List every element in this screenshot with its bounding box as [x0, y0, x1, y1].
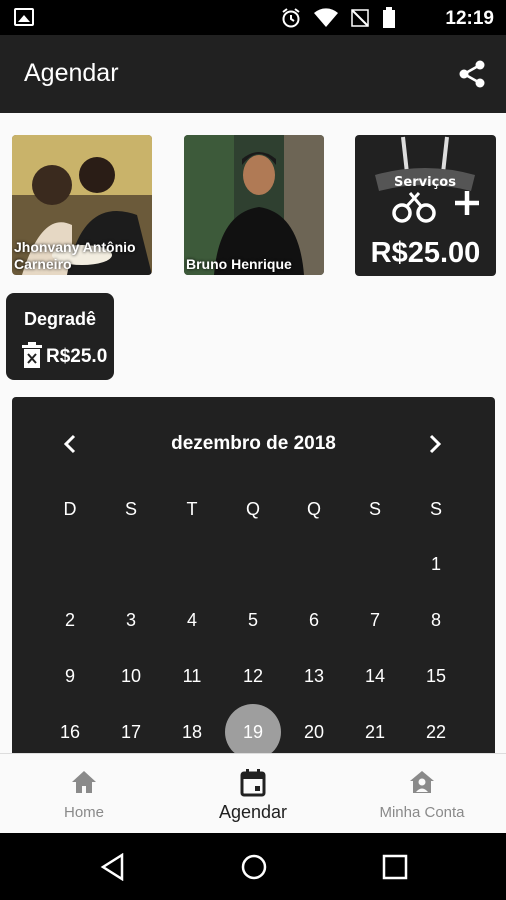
services-price: R$25.00	[370, 237, 481, 269]
service-price: R$25.0	[46, 346, 108, 367]
weekday-label: T	[186, 499, 198, 519]
delete-icon[interactable]	[21, 341, 43, 369]
wifi-icon	[314, 8, 338, 27]
weekday-label: Q	[306, 499, 321, 519]
nav-agendar-label: Agendar	[218, 802, 288, 822]
home-icon	[72, 771, 96, 793]
calendar-day[interactable]: 14	[353, 666, 397, 687]
system-navigation-bar	[0, 833, 506, 900]
calendar-day[interactable]: 16	[48, 722, 92, 743]
calendar-day-selected[interactable]: 19	[225, 704, 281, 757]
calendar-day[interactable]: 13	[292, 666, 336, 687]
weekday-label: S	[368, 499, 381, 519]
share-icon[interactable]	[456, 58, 488, 90]
calendar-day[interactable]: 4	[170, 610, 214, 631]
status-bar: 12:19	[0, 0, 506, 35]
app-bar: Agendar	[0, 35, 506, 113]
calendar: dezembro de 2018 D S T Q Q S S 1 2 3 4 5 6 7 8 9 10 11 12 1…	[12, 397, 495, 757]
calendar-day[interactable]: 1	[414, 554, 458, 575]
professional-photo	[184, 135, 324, 275]
calendar-day[interactable]: 8	[414, 610, 458, 631]
calendar-day[interactable]: 12	[231, 666, 275, 687]
account-icon	[410, 771, 434, 793]
weekday-label: D	[63, 499, 77, 519]
nav-home[interactable]: Home	[0, 754, 168, 834]
calendar-day[interactable]: 15	[414, 666, 458, 687]
calendar-day[interactable]: 21	[353, 722, 397, 743]
weekday-label: S	[124, 499, 137, 519]
home-button-icon[interactable]	[240, 853, 268, 881]
professional-name: Bruno Henrique	[186, 256, 292, 272]
nav-agendar[interactable]: Agendar	[169, 754, 337, 834]
calendar-day[interactable]: 5	[231, 610, 275, 631]
services-badge-text: Serviços	[394, 175, 456, 190]
calendar-icon	[240, 769, 266, 797]
calendar-day[interactable]: 6	[292, 610, 336, 631]
professional-card-jhonvany[interactable]: Jhonvany Antônio Carneiro	[12, 135, 152, 275]
calendar-day[interactable]: 9	[48, 666, 92, 687]
nav-home-label: Home	[63, 804, 104, 821]
system-icons	[280, 7, 396, 29]
back-icon[interactable]	[100, 853, 126, 881]
nav-minha-conta-label: Minha Conta	[379, 804, 465, 821]
calendar-day[interactable]: 20	[292, 722, 336, 743]
calendar-month-label: dezembro de 2018	[171, 433, 336, 454]
calendar-day[interactable]: 2	[48, 610, 92, 631]
calendar-day[interactable]: 10	[109, 666, 153, 687]
scissors-badge-icon: Serviços	[375, 136, 479, 223]
services-card[interactable]: Serviços R$25.00	[355, 135, 496, 276]
weekday-label: S	[429, 499, 442, 519]
bottom-navigation: Home Agendar Minha Conta	[0, 753, 506, 833]
professional-name: Jhonvany Antônio Carneiro	[14, 239, 136, 272]
recents-icon[interactable]	[382, 854, 408, 880]
chevron-right-icon[interactable]	[425, 434, 445, 454]
status-clock: 12:19	[445, 8, 494, 29]
image-icon	[14, 8, 34, 26]
calendar-day[interactable]: 3	[109, 610, 153, 631]
calendar-day[interactable]: 17	[109, 722, 153, 743]
alarm-icon	[282, 8, 300, 28]
calendar-day[interactable]: 11	[170, 666, 214, 687]
professional-card-bruno[interactable]: Bruno Henrique	[184, 135, 324, 275]
nav-minha-conta[interactable]: Minha Conta	[338, 754, 506, 834]
selected-service-card[interactable]: Degradê R$25.0	[6, 293, 114, 380]
weekday-label: Q	[245, 499, 260, 519]
calendar-day[interactable]: 18	[170, 722, 214, 743]
battery-icon	[383, 7, 395, 28]
page-title: Agendar	[24, 59, 119, 87]
no-signal-icon	[351, 9, 369, 27]
calendar-day[interactable]: 22	[414, 722, 458, 743]
calendar-day[interactable]: 7	[353, 610, 397, 631]
service-name: Degradê	[23, 309, 97, 329]
